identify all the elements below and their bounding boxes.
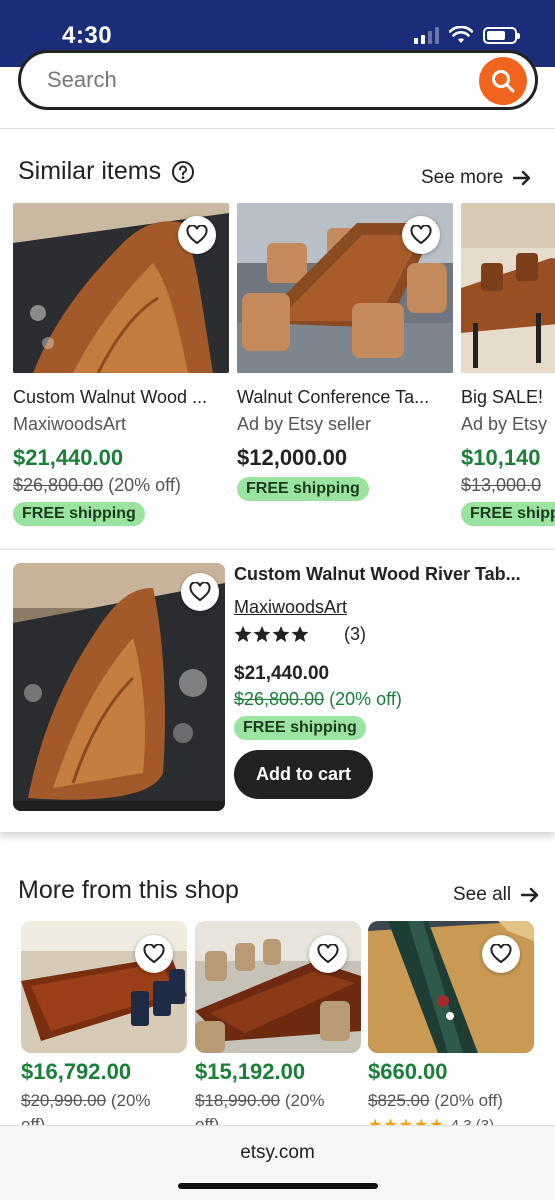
see-all-label: See all <box>453 884 512 905</box>
product-image[interactable] <box>237 203 453 373</box>
featured-price: $21,440.00 <box>234 663 330 684</box>
item-price: $21,440.00 <box>13 445 124 470</box>
help-icon[interactable] <box>171 160 195 184</box>
featured-title[interactable]: Custom Walnut Wood River Tab... <box>234 564 549 585</box>
original-price: $20,990.00 <box>21 1091 107 1110</box>
discount: (20% <box>110 1091 151 1110</box>
product-image[interactable] <box>21 921 187 1053</box>
ad-label: Ad by Etsy <box>461 414 548 434</box>
item-title[interactable]: Big SALE! <box>461 387 555 408</box>
discount: (20% off) <box>329 689 402 709</box>
product-image[interactable] <box>461 203 555 373</box>
more-from-shop-title: More from this shop <box>18 876 239 904</box>
add-to-cart-button[interactable]: Add to cart <box>234 750 374 799</box>
heart-icon <box>143 944 165 964</box>
see-more-link[interactable]: See more <box>421 167 531 189</box>
home-indicator[interactable] <box>178 1183 378 1189</box>
original-price: $18,990.00 <box>195 1091 281 1110</box>
search-bar <box>18 50 538 110</box>
divider <box>0 128 555 129</box>
free-shipping-badge: FREE shipping <box>13 502 145 526</box>
free-shipping-badge: FREE shipp <box>461 502 555 526</box>
browser-bottom-bar: etsy.com <box>0 1125 555 1200</box>
original-price: $26,800.00 <box>13 475 104 495</box>
similar-item-card[interactable]: Big SALE! Ad by Etsy $10,140 $13,000.0 F… <box>461 203 555 526</box>
item-price: $12,000.00 <box>237 445 348 470</box>
shop-item-card[interactable]: $660.00 $825.00 (20% off) ★★★★★ 4.3 (3) <box>368 921 534 1135</box>
original-price: $26,800.00 <box>234 689 325 709</box>
favorite-button[interactable] <box>135 935 173 973</box>
favorite-button[interactable] <box>482 935 520 973</box>
battery-icon <box>483 26 520 44</box>
arrow-right-icon <box>513 170 531 186</box>
free-shipping-badge: FREE shipping <box>234 716 366 740</box>
heart-icon <box>186 225 208 245</box>
ad-label: Ad by Etsy seller <box>237 414 372 434</box>
discount: (20% off) <box>434 1091 503 1110</box>
original-price-line: $825.00 (20% off) <box>368 1089 534 1113</box>
favorite-button[interactable] <box>402 216 440 254</box>
discount: (20% off) <box>108 475 181 495</box>
favorite-button[interactable] <box>181 573 219 611</box>
product-image[interactable] <box>13 203 229 373</box>
product-image[interactable] <box>368 921 534 1053</box>
arrow-right-icon <box>521 887 539 903</box>
original-price: $825.00 <box>368 1091 430 1110</box>
favorite-button[interactable] <box>309 935 347 973</box>
heart-icon <box>317 944 339 964</box>
cellular-signal-icon <box>414 26 439 44</box>
free-shipping-badge: FREE shipping <box>237 477 369 501</box>
featured-product-image[interactable] <box>13 563 225 811</box>
similar-item-card[interactable]: Custom Walnut Wood ... MaxiwoodsArt $21,… <box>13 203 229 526</box>
similar-items-title: Similar items <box>18 157 162 185</box>
heart-icon <box>490 944 512 964</box>
similar-items-header: Similar items <box>18 157 195 186</box>
favorite-button[interactable] <box>178 216 216 254</box>
item-price: $660.00 <box>368 1059 448 1084</box>
heart-icon <box>410 225 432 245</box>
featured-listing-card: Custom Walnut Wood River Tab... Maxiwood… <box>0 549 555 832</box>
search-button[interactable] <box>479 57 527 105</box>
original-price-line: $13,000.0 <box>461 475 555 496</box>
status-time: 4:30 <box>62 22 113 49</box>
search-icon <box>492 70 515 93</box>
wifi-icon <box>449 26 473 43</box>
item-price: $10,140 <box>461 445 541 470</box>
featured-info: Custom Walnut Wood River Tab... Maxiwood… <box>234 564 549 799</box>
similar-item-card[interactable]: Walnut Conference Ta... Ad by Etsy selle… <box>237 203 453 501</box>
star-rating-icon <box>234 625 309 642</box>
original-price: $13,000.0 <box>461 475 542 495</box>
shop-item-card[interactable]: $16,792.00 $20,990.00 (20%off) <box>21 921 187 1137</box>
heart-icon <box>189 582 211 602</box>
discount: (20% <box>284 1091 325 1110</box>
item-price: $16,792.00 <box>21 1059 132 1084</box>
item-title[interactable]: Walnut Conference Ta... <box>237 387 453 408</box>
shop-name: MaxiwoodsArt <box>13 414 127 434</box>
see-more-label: See more <box>421 167 504 188</box>
item-price: $15,192.00 <box>195 1059 306 1084</box>
shop-link[interactable]: MaxiwoodsArt <box>234 597 347 618</box>
shop-item-card[interactable]: $15,192.00 $18,990.00 (20%off) <box>195 921 361 1137</box>
featured-original-price-line: $26,800.00 (20% off) <box>234 689 549 710</box>
review-count: (3) <box>344 624 366 644</box>
item-title[interactable]: Custom Walnut Wood ... <box>13 387 229 408</box>
status-icons <box>414 26 520 44</box>
product-image[interactable] <box>195 921 361 1053</box>
url-domain[interactable]: etsy.com <box>0 1142 555 1164</box>
search-input[interactable] <box>47 67 427 93</box>
original-price-line: $26,800.00 (20% off) <box>13 475 229 496</box>
see-all-link[interactable]: See all <box>453 884 539 906</box>
rating: (3) <box>234 624 549 645</box>
